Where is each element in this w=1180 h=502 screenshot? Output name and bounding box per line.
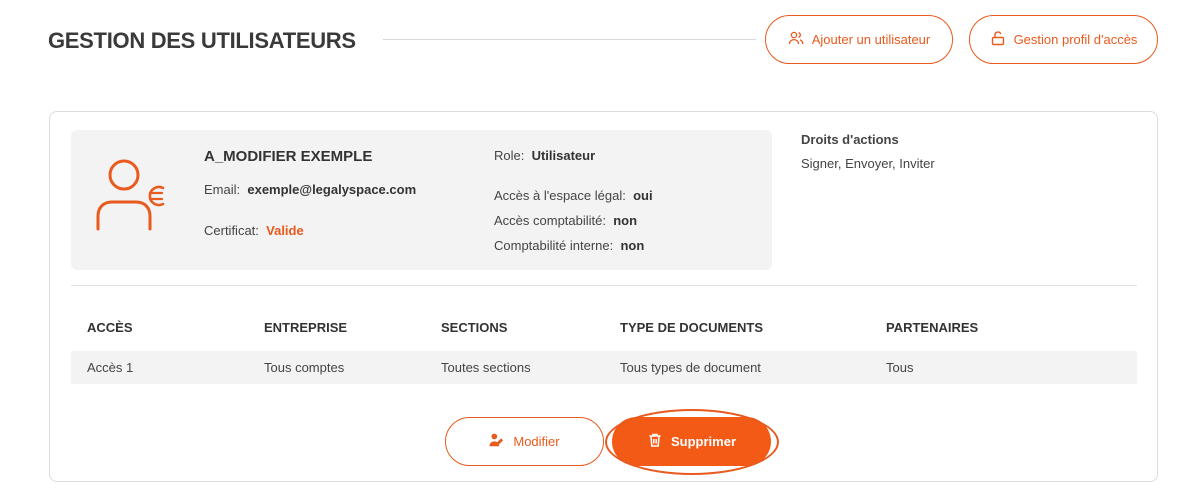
- certificate-status-badge: Valide: [266, 223, 304, 238]
- add-user-button[interactable]: Ajouter un utilisateur: [765, 15, 953, 64]
- user-info-panel: A_MODIFIER EXEMPLE Email: exemple@legaly…: [71, 130, 772, 270]
- title-divider: [383, 39, 756, 40]
- accounting-access-field: Accès comptabilité: non: [494, 213, 637, 228]
- role-field: Role: Utilisateur: [494, 148, 595, 163]
- delete-label: Supprimer: [670, 434, 736, 449]
- column-header-access: ACCÈS: [87, 320, 133, 335]
- accounting-access-label: Accès comptabilité:: [494, 213, 606, 228]
- email-label: Email:: [204, 182, 241, 197]
- column-header-partners: PARTENAIRES: [886, 320, 979, 335]
- page-title: GESTION DES UTILISATEURS: [48, 28, 356, 53]
- access-profile-label: Gestion profil d'accès: [1013, 32, 1138, 47]
- add-user-label: Ajouter un utilisateur: [811, 32, 931, 47]
- internal-accounting-value: non: [620, 238, 645, 253]
- users-icon: [788, 30, 804, 49]
- table-cell-company: Tous comptes: [264, 360, 345, 375]
- user-name: A_MODIFIER EXEMPLE: [204, 148, 373, 165]
- role-label: Role:: [494, 148, 525, 163]
- user-card: A_MODIFIER EXEMPLE Email: exemple@legaly…: [49, 111, 1158, 482]
- edit-label: Modifier: [513, 434, 560, 449]
- legal-space-access-field: Accès à l'espace légal: oui: [494, 188, 653, 203]
- column-header-document-types: TYPE DE DOCUMENTS: [620, 320, 764, 335]
- user-euro-icon: [93, 158, 175, 234]
- trash-icon: [647, 432, 663, 451]
- table-cell-sections: Toutes sections: [441, 360, 531, 375]
- access-profile-button[interactable]: Gestion profil d'accès: [969, 15, 1158, 64]
- table-cell-document-types: Tous types de document: [620, 360, 761, 375]
- internal-accounting-field: Comptabilité interne: non: [494, 238, 644, 253]
- email-value: exemple@legalyspace.com: [247, 182, 417, 197]
- table-cell-partners: Tous: [886, 360, 914, 375]
- page-header: GESTION DES UTILISATEURS Ajouter un util…: [0, 0, 1180, 90]
- action-rights-title: Droits d'actions: [801, 132, 899, 147]
- legal-space-access-label: Accès à l'espace légal:: [494, 188, 626, 203]
- accounting-access-value: non: [613, 213, 638, 228]
- table-row: [71, 351, 1137, 384]
- delete-button[interactable]: Supprimer: [612, 417, 771, 466]
- column-header-company: ENTREPRISE: [264, 320, 348, 335]
- edit-button[interactable]: Modifier: [445, 417, 604, 466]
- unlock-icon: [990, 30, 1006, 49]
- column-header-sections: SECTIONS: [441, 320, 508, 335]
- user-edit-icon: [489, 432, 505, 451]
- table-cell-access: Accès 1: [87, 360, 134, 375]
- certificate-label: Certificat:: [204, 223, 259, 238]
- role-value: Utilisateur: [531, 148, 596, 163]
- legal-space-access-value: oui: [633, 188, 653, 203]
- section-divider: [71, 285, 1137, 286]
- internal-accounting-label: Comptabilité interne:: [494, 238, 614, 253]
- email-field: Email: exemple@legalyspace.com: [204, 182, 416, 197]
- certificate-field: Certificat: Valide: [204, 223, 304, 238]
- action-rights-value: Signer, Envoyer, Inviter: [801, 156, 935, 171]
